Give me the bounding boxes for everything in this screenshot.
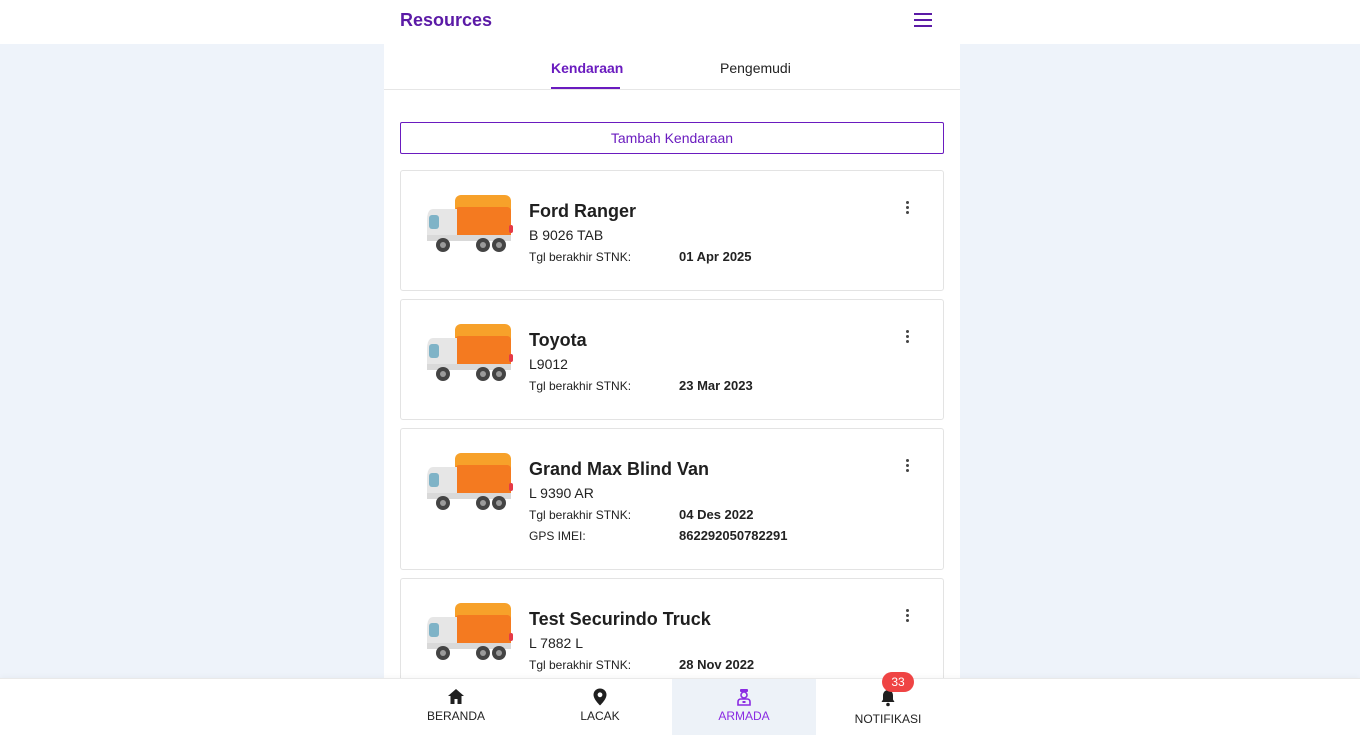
location-pin-icon xyxy=(593,688,607,706)
more-options-icon[interactable] xyxy=(899,199,915,219)
notification-badge: 33 xyxy=(882,672,914,692)
nav-beranda[interactable]: BERANDA xyxy=(384,679,528,735)
vehicle-name: Toyota xyxy=(529,330,587,350)
more-options-icon[interactable] xyxy=(899,607,915,627)
stnk-row: Tgl berakhir STNK: 01 Apr 2025 xyxy=(529,249,929,264)
vehicle-plate: L 9390 AR xyxy=(529,485,594,501)
imei-label: GPS IMEI: xyxy=(529,529,586,543)
imei-value: 862292050782291 xyxy=(679,528,788,543)
stnk-row: Tgl berakhir STNK: 28 Nov 2022 xyxy=(529,657,929,672)
stnk-row: Tgl berakhir STNK: 04 Des 2022 xyxy=(529,507,929,522)
vehicle-plate: L9012 xyxy=(529,356,568,372)
bottom-navigation: BERANDA LACAK ARMADA NOTIFIKASI xyxy=(0,678,1360,735)
stnk-row: Tgl berakhir STNK: 23 Mar 2023 xyxy=(529,378,929,393)
vehicle-card[interactable]: Toyota L9012 Tgl berakhir STNK: 23 Mar 20… xyxy=(400,299,944,420)
fleet-driver-icon xyxy=(737,689,751,706)
stnk-date: 28 Nov 2022 xyxy=(679,657,755,672)
more-options-icon[interactable] xyxy=(899,328,915,348)
truck-icon xyxy=(427,324,513,381)
app-header: Resources xyxy=(0,0,1360,44)
tab-kendaraan[interactable]: Kendaraan xyxy=(551,60,623,76)
nav-armada[interactable]: ARMADA xyxy=(672,679,816,735)
page-title: Resources xyxy=(400,10,493,30)
stnk-date: 23 Mar 2023 xyxy=(679,378,753,393)
imei-row: GPS IMEI: 862292050782291 xyxy=(529,528,929,543)
truck-icon xyxy=(427,453,513,510)
home-icon xyxy=(448,689,464,704)
vehicle-name: Ford Ranger xyxy=(529,201,637,221)
vehicle-plate: B 9026 TAB xyxy=(529,227,604,243)
nav-label: NOTIFIKASI xyxy=(854,712,922,726)
more-options-icon[interactable] xyxy=(899,457,915,477)
stnk-date: 04 Des 2022 xyxy=(679,507,754,522)
stnk-date: 01 Apr 2025 xyxy=(679,249,752,264)
vehicle-name: Grand Max Blind Van xyxy=(529,459,710,479)
truck-icon xyxy=(427,603,513,660)
nav-label: ARMADA xyxy=(718,709,770,723)
nav-label: BERANDA xyxy=(426,709,485,723)
stnk-label: Tgl berakhir STNK: xyxy=(529,658,632,672)
vehicle-name: Test Securindo Truck xyxy=(529,609,711,629)
main-content: Kendaraan Pengemudi Tambah Kendaraan For… xyxy=(384,44,960,735)
tab-pengemudi[interactable]: Pengemudi xyxy=(720,60,791,76)
active-tab-indicator xyxy=(551,87,620,89)
vehicle-card[interactable]: Ford Ranger B 9026 TAB Tgl berakhir STNK… xyxy=(400,170,944,291)
add-vehicle-button[interactable]: Tambah Kendaraan xyxy=(400,122,944,154)
vehicle-card[interactable]: Grand Max Blind Van L 9390 AR Tgl berakh… xyxy=(400,428,944,570)
stnk-label: Tgl berakhir STNK: xyxy=(529,379,632,393)
hamburger-menu-icon[interactable] xyxy=(912,10,936,32)
stnk-label: Tgl berakhir STNK: xyxy=(529,508,632,522)
nav-lacak[interactable]: LACAK xyxy=(528,679,672,735)
tab-bar: Kendaraan Pengemudi xyxy=(384,44,960,90)
vehicle-plate: L 7882 L xyxy=(529,635,583,651)
stnk-label: Tgl berakhir STNK: xyxy=(529,250,632,264)
truck-icon xyxy=(427,195,513,252)
nav-label: LACAK xyxy=(580,709,620,723)
